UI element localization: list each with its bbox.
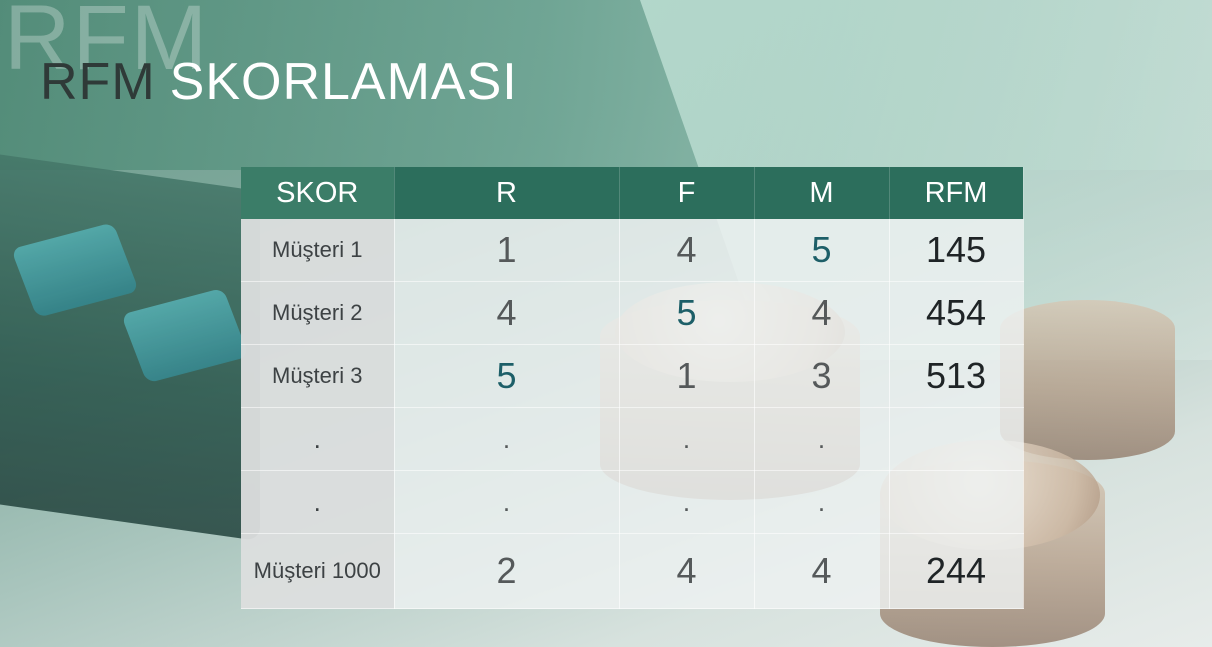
f-score: 4 (619, 219, 755, 282)
f-score: 4 (619, 533, 755, 609)
calculator-key-shape (10, 222, 140, 318)
header-rfm: RFM (889, 167, 1024, 219)
rfm-score (889, 470, 1024, 534)
rfm-score-table: SKOR R F M RFM Müşteri 1 1 4 5 145 Müşte… (241, 167, 1024, 609)
title-rfm: RFM (40, 53, 156, 111)
f-score: 1 (619, 344, 755, 408)
customer-label: Müşteri 2 (241, 281, 395, 345)
m-score: . (754, 470, 890, 534)
background-coin-stack (1000, 300, 1175, 460)
customer-label: Müşteri 1000 (241, 533, 395, 609)
f-score: . (619, 470, 755, 534)
table-row: Müşteri 1000 2 4 4 244 (241, 533, 1024, 609)
header-skor: SKOR (241, 167, 395, 219)
table-row: Müşteri 1 1 4 5 145 (241, 219, 1024, 282)
rfm-score: 244 (889, 533, 1024, 609)
r-score: 1 (394, 219, 620, 282)
header-r: R (394, 167, 620, 219)
r-score: 5 (394, 344, 620, 408)
f-score: 5 (619, 281, 755, 345)
customer-label: Müşteri 3 (241, 344, 395, 408)
m-score: 4 (754, 281, 890, 345)
title-skorlamasi: SKORLAMASI (169, 53, 518, 111)
r-score: 2 (394, 533, 620, 609)
customer-label: Müşteri 1 (241, 219, 395, 282)
customer-label: . (241, 470, 395, 534)
calculator-key-shape (120, 287, 250, 384)
r-score: 4 (394, 281, 620, 345)
m-score: . (754, 407, 890, 471)
m-score: 4 (754, 533, 890, 609)
table-header-row: SKOR R F M RFM (241, 167, 1024, 219)
rfm-score: 454 (889, 281, 1024, 345)
f-score: . (619, 407, 755, 471)
customer-label: . (241, 407, 395, 471)
background-calculator-photo (0, 148, 260, 542)
table-row: . . . . (241, 470, 1024, 534)
r-score: . (394, 407, 620, 471)
header-f: F (619, 167, 755, 219)
table-row: Müşteri 3 5 1 3 513 (241, 344, 1024, 408)
rfm-score: 145 (889, 219, 1024, 282)
header-m: M (754, 167, 890, 219)
table-row: Müşteri 2 4 5 4 454 (241, 281, 1024, 345)
m-score: 3 (754, 344, 890, 408)
rfm-score: 513 (889, 344, 1024, 408)
m-score: 5 (754, 219, 890, 282)
rfm-score (889, 407, 1024, 471)
r-score: . (394, 470, 620, 534)
table-row: . . . . (241, 407, 1024, 471)
page-title: RFM SKORLAMASI (40, 52, 518, 112)
